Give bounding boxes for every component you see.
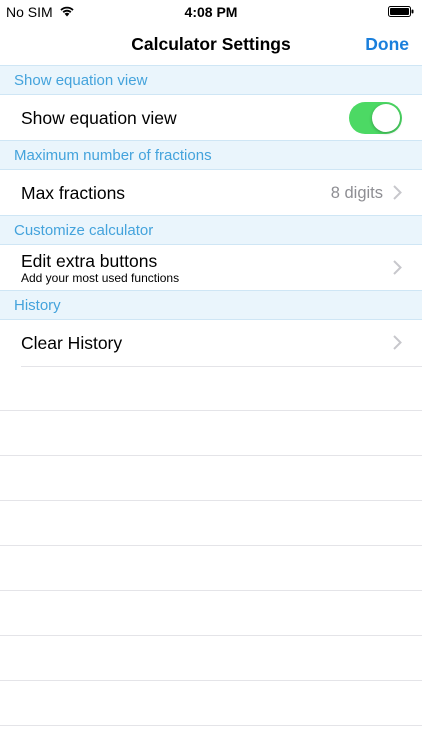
- page-title: Calculator Settings: [131, 34, 291, 54]
- chevron-right-icon: [393, 185, 402, 200]
- empty-row: [0, 591, 422, 636]
- row-subtitle: Add your most used functions: [21, 271, 180, 285]
- row-title: Max fractions: [21, 183, 126, 203]
- chevron-right-icon: [393, 260, 402, 275]
- empty-row: [0, 501, 422, 546]
- section-header-history: History: [0, 290, 422, 320]
- show-equation-view-toggle[interactable]: [349, 102, 402, 134]
- section-header-max-fractions: Maximum number of fractions: [0, 140, 422, 170]
- empty-table-rows: [0, 366, 422, 726]
- row-show-equation-view: Show equation view: [0, 95, 422, 140]
- empty-row: [0, 411, 422, 456]
- settings-table: Show equation view Show equation view Ma…: [0, 65, 422, 365]
- section-header-customize: Customize calculator: [0, 215, 422, 245]
- toggle-knob: [372, 104, 400, 132]
- row-detail-value: 8 digits: [330, 184, 383, 202]
- status-bar: No SIM 4:08 PM: [0, 0, 422, 24]
- section-header-equation-view: Show equation view: [0, 65, 422, 95]
- row-title: Show equation view: [21, 108, 177, 128]
- status-time: 4:08 PM: [184, 4, 238, 20]
- chevron-right-icon: [393, 335, 402, 350]
- battery-icon: [388, 6, 414, 17]
- empty-row: [0, 636, 422, 681]
- empty-row: [0, 546, 422, 591]
- done-button[interactable]: Done: [365, 34, 409, 55]
- row-max-fractions[interactable]: Max fractions 8 digits: [0, 170, 422, 215]
- empty-row: [0, 681, 422, 726]
- navigation-bar: Calculator Settings Done: [0, 24, 422, 64]
- row-clear-history[interactable]: Clear History: [0, 320, 422, 365]
- row-title: Clear History: [21, 333, 123, 353]
- empty-row: [0, 456, 422, 501]
- row-edit-extra-buttons[interactable]: Edit extra buttons Add your most used fu…: [0, 245, 422, 290]
- empty-row: [0, 366, 422, 411]
- row-title: Edit extra buttons: [21, 251, 158, 271]
